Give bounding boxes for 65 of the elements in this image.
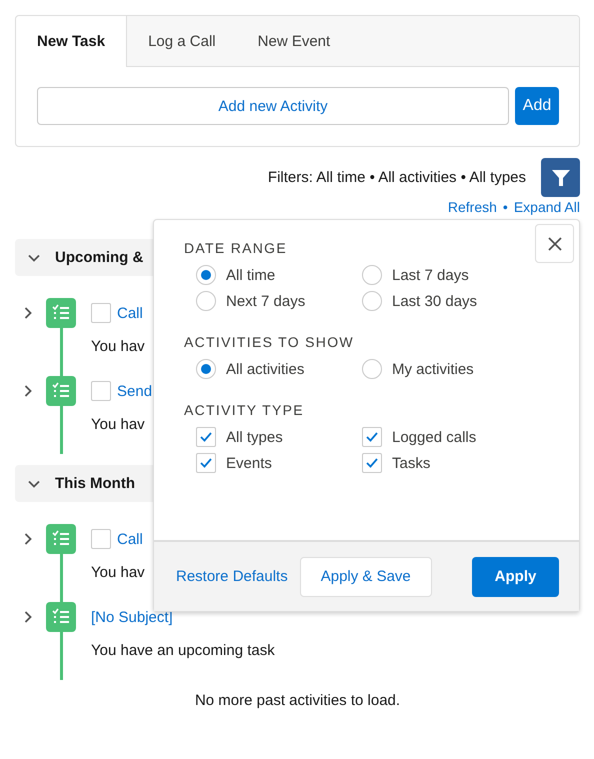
activity-input-field[interactable]: Add new Activity	[37, 87, 509, 125]
task-checkbox[interactable]	[91, 303, 111, 323]
option-label: Next 7 days	[226, 292, 306, 310]
filter-icon	[552, 170, 570, 186]
option-label: Last 30 days	[392, 292, 478, 310]
filter-summary: Filters: All time • All activities • All types	[268, 169, 526, 186]
checkmark-icon	[200, 432, 212, 442]
timeline-line	[60, 406, 62, 454]
close-icon	[548, 236, 562, 250]
task-checkbox[interactable]	[91, 529, 111, 549]
option-label: Last 7 days	[392, 266, 469, 284]
checkmark-icon	[366, 432, 378, 442]
radio-button[interactable]	[362, 265, 382, 285]
task-subject-link[interactable]: Call	[117, 530, 143, 548]
option-label: All types	[226, 428, 283, 446]
option-label: Tasks	[392, 454, 430, 472]
task-subject-link[interactable]: Send	[117, 382, 152, 400]
task-description: You hav	[91, 564, 145, 581]
apply-save-button[interactable]: Apply & Save	[300, 556, 432, 596]
section-title: Upcoming &	[55, 249, 144, 266]
task-icon	[46, 524, 76, 554]
end-of-list-note: No more past activities to load.	[194, 692, 402, 709]
restore-defaults-link[interactable]: Restore Defaults	[176, 568, 288, 585]
checkmark-icon	[200, 458, 212, 468]
group-heading: ACTIVITIES TO SHOW	[184, 334, 355, 350]
separator-dot: •	[502, 199, 508, 217]
option-label: Logged calls	[392, 428, 476, 446]
checkbox[interactable]	[196, 427, 216, 447]
task-description: You hav	[91, 338, 145, 355]
checkbox[interactable]	[362, 427, 382, 447]
task-checkbox[interactable]	[91, 381, 111, 401]
timeline-line	[60, 632, 62, 680]
task-icon	[46, 602, 76, 632]
add-button[interactable]: Add	[515, 87, 559, 125]
close-button[interactable]	[535, 224, 574, 263]
section-title: This Month	[55, 475, 135, 492]
tab[interactable]: New Event	[236, 16, 352, 66]
tab[interactable]: New Task	[16, 16, 128, 67]
timeline-line	[60, 554, 62, 602]
option-label: All activities	[226, 360, 304, 378]
checkmark-icon	[366, 458, 378, 468]
radio-button[interactable]	[362, 359, 382, 379]
task-subject-link[interactable]: [No Subject]	[91, 608, 173, 626]
timeline-line	[60, 328, 62, 376]
option-label: My activities	[392, 360, 474, 378]
group-heading: ACTIVITY TYPE	[184, 402, 305, 418]
tab[interactable]: Log a Call	[127, 16, 237, 66]
radio-button[interactable]	[196, 359, 216, 379]
checkbox[interactable]	[362, 453, 382, 473]
apply-button[interactable]: Apply	[472, 556, 559, 596]
group-heading: DATE RANGE	[184, 240, 288, 256]
task-icon	[46, 298, 76, 328]
option-label: All time	[226, 266, 276, 284]
task-description: You hav	[91, 416, 145, 433]
radio-button[interactable]	[196, 291, 216, 311]
task-description: You have an upcoming task	[91, 642, 275, 659]
link[interactable]: Expand All	[514, 199, 580, 217]
task-subject-link[interactable]: Call	[117, 304, 143, 322]
filter-button[interactable]	[541, 158, 580, 197]
radio-button[interactable]	[196, 265, 216, 285]
checkbox[interactable]	[196, 453, 216, 473]
radio-button[interactable]	[362, 291, 382, 311]
link[interactable]: Refresh	[448, 199, 497, 217]
option-label: Events	[226, 454, 272, 472]
task-icon	[46, 376, 76, 406]
